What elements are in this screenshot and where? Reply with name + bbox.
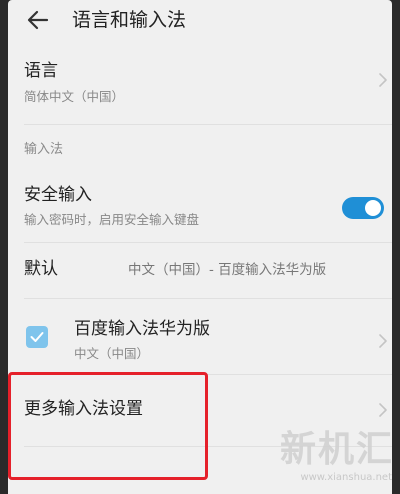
watermark-url: www.xianshua.net bbox=[300, 472, 392, 483]
default-input-title: 默认 bbox=[24, 259, 58, 279]
default-input-value: 中文（中国）- 百度输入法华为版 bbox=[128, 262, 327, 278]
secure-input-subtitle: 输入密码时，启用安全输入键盘 bbox=[24, 212, 200, 227]
header: 语言和输入法 bbox=[8, 0, 392, 44]
check-icon bbox=[30, 332, 44, 342]
secure-input-title: 安全输入 bbox=[24, 185, 92, 205]
baidu-ime-checkbox[interactable] bbox=[26, 326, 48, 348]
divider bbox=[24, 124, 392, 125]
toggle-knob bbox=[365, 200, 381, 216]
arrow-left-icon[interactable] bbox=[24, 6, 52, 34]
chevron-right-icon bbox=[379, 403, 387, 417]
highlight-annotation-box bbox=[8, 372, 208, 480]
section-label-input-method: 输入法 bbox=[24, 142, 64, 157]
watermark-logo: 新机汇 bbox=[279, 429, 394, 470]
baidu-ime-subtitle: 中文（中国） bbox=[74, 346, 150, 361]
baidu-ime-title: 百度输入法华为版 bbox=[74, 319, 210, 339]
language-value: 简体中文（中国） bbox=[24, 89, 125, 104]
language-title: 语言 bbox=[24, 61, 58, 81]
chevron-right-icon bbox=[379, 73, 387, 87]
page-title: 语言和输入法 bbox=[72, 9, 187, 31]
chevron-right-icon bbox=[379, 334, 387, 348]
divider bbox=[24, 298, 392, 299]
secure-input-toggle[interactable] bbox=[342, 197, 384, 219]
divider bbox=[24, 242, 392, 243]
